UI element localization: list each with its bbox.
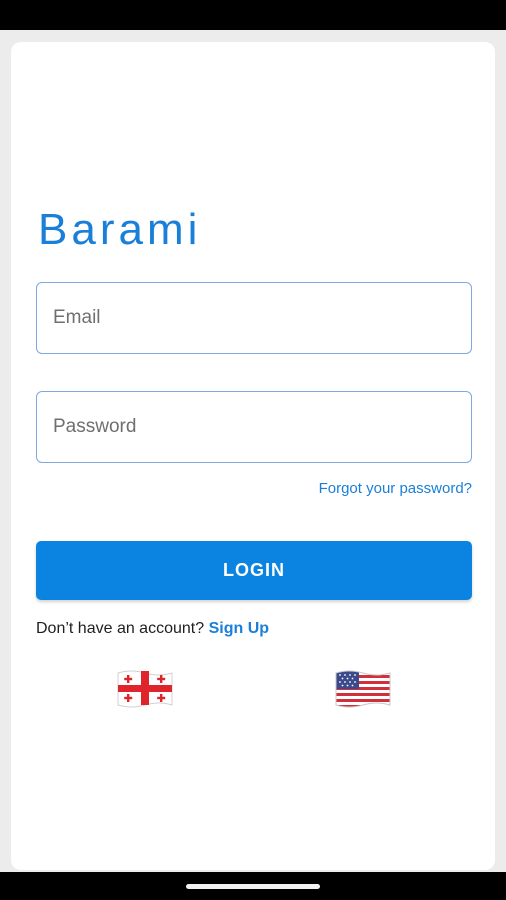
forgot-password-link[interactable]: Forgot your password?: [319, 480, 472, 497]
status-bar: [0, 0, 506, 30]
georgia-flag-icon[interactable]: [116, 667, 174, 709]
home-indicator[interactable]: [186, 884, 320, 889]
password-field[interactable]: [37, 392, 471, 462]
usa-flag-icon[interactable]: [334, 667, 392, 709]
signup-row: Don’t have an account? Sign Up: [36, 620, 269, 638]
email-field[interactable]: [37, 283, 471, 353]
login-button[interactable]: LOGIN: [36, 541, 472, 600]
signup-prompt: Don’t have an account?: [36, 620, 205, 637]
app-title: Barami: [38, 205, 202, 254]
password-field-container: [36, 391, 472, 463]
signup-link[interactable]: Sign Up: [209, 620, 269, 637]
email-field-container: [36, 282, 472, 354]
